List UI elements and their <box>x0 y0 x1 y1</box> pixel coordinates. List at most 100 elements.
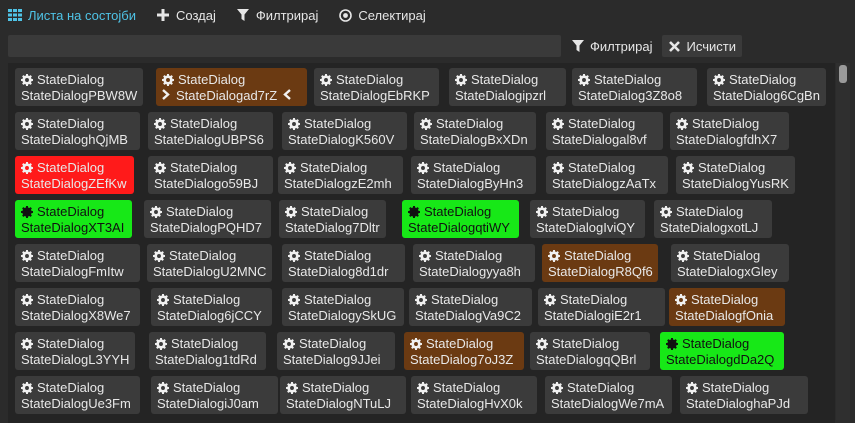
tile-header: StateDialog <box>21 292 134 308</box>
tile-type: StateDialog <box>304 292 372 307</box>
state-tile[interactable]: StateDialog StateDialogWe7mA <box>545 376 672 414</box>
tile-name-row: StateDialogK560V <box>288 132 401 148</box>
tile-name-row: StateDialogByHn3 <box>417 176 530 192</box>
state-tile[interactable]: StateDialog StateDialogUBPS6 <box>148 112 273 150</box>
state-tile[interactable]: StateDialog StateDialog3Z8o8 <box>572 68 697 106</box>
tile-header: StateDialog <box>419 248 529 264</box>
state-tile[interactable]: StateDialog StateDialogxotLJ <box>654 200 772 238</box>
state-tile[interactable]: StateDialog StateDialog6CgBn <box>707 68 826 106</box>
state-tile[interactable]: StateDialog StateDialogU2MNC <box>147 244 272 282</box>
tile-name: StateDialogqQBrl <box>536 352 637 367</box>
tile-header: StateDialog <box>21 204 126 220</box>
tile-name: StateDialogZEfKw <box>21 176 127 191</box>
filter-input[interactable] <box>8 35 561 57</box>
state-tile[interactable]: StateDialog StateDialogEbRKP <box>314 68 439 106</box>
state-tile[interactable]: StateDialog StateDialogPBW8W <box>15 68 143 106</box>
tile-header: StateDialog <box>677 248 783 264</box>
state-tile[interactable]: StateDialog StateDialog7oJ3Z <box>404 332 524 370</box>
state-tile[interactable]: StateDialog StateDialogIviQY <box>530 200 645 238</box>
filter-tab[interactable]: Филтрирај <box>226 0 329 30</box>
state-tile[interactable]: StateDialog StateDialogByHn3 <box>411 156 536 194</box>
tile-type: StateDialog <box>37 160 105 175</box>
tile-type: StateDialog <box>676 204 744 219</box>
tile-name-row: StateDialogPQHD7 <box>150 220 265 236</box>
state-tile[interactable]: StateDialog StateDialogX8We7 <box>15 288 140 326</box>
tile-type: StateDialog <box>173 292 241 307</box>
tile-name: StateDialogal8vf <box>552 132 647 147</box>
state-tile[interactable]: StateDialog StateDialog8d1dr <box>282 244 405 282</box>
tile-name: StateDialogUBPS6 <box>154 132 264 147</box>
clear-button[interactable]: Исчисти <box>661 35 742 57</box>
state-tile[interactable]: StateDialog StateDialogfOnia <box>669 288 785 326</box>
vertical-scrollbar[interactable] <box>836 63 850 420</box>
tile-name: StateDialog7oJ3Z <box>410 352 514 367</box>
state-tile[interactable]: StateDialog StateDialogqQBrl <box>530 332 650 370</box>
state-tile[interactable]: StateDialog StateDialogYusRK <box>676 156 795 194</box>
state-tile[interactable]: StateDialog StateDialogXT3AI <box>15 200 132 238</box>
list-states-tab[interactable]: Листа на состојби <box>8 0 146 30</box>
state-tile[interactable]: StateDialog StateDialog1tdRd <box>149 332 266 370</box>
state-tile[interactable]: StateDialog StateDialoghaPJd <box>680 376 808 414</box>
state-tile[interactable]: StateDialog StateDialogL3YYH <box>15 332 135 370</box>
tile-name: StateDialogySkUG <box>288 308 397 323</box>
apply-filter-button[interactable]: Филтрирај <box>565 35 659 57</box>
tile-name: StateDialog9JJei <box>283 352 381 367</box>
state-tile[interactable]: StateDialog StateDialogBxXDn <box>414 112 536 150</box>
state-tile[interactable]: StateDialog StateDialogad7rZ <box>156 68 307 106</box>
state-tile[interactable]: StateDialog StateDialogdDa2Q <box>660 332 784 370</box>
state-tile[interactable]: StateDialog StateDialogZEfKw <box>15 156 134 194</box>
tile-name-row: StateDialogIviQY <box>536 220 639 236</box>
state-tile[interactable]: StateDialog StateDialogxGley <box>671 244 789 282</box>
state-tile[interactable]: StateDialog StateDialog9JJei <box>277 332 395 370</box>
tile-header: StateDialog <box>157 380 272 396</box>
select-label: Селектирај <box>358 7 426 23</box>
state-tile[interactable]: StateDialog StateDialogPQHD7 <box>144 200 271 238</box>
tile-type: StateDialog <box>691 292 759 307</box>
tile-name-row: StateDialogfdhX7 <box>676 132 783 148</box>
tile-type: StateDialog <box>424 204 492 219</box>
state-tile[interactable]: StateDialog StateDialogR8Qf6 <box>542 244 658 282</box>
state-tile[interactable]: StateDialog StateDialogzE2mh <box>278 156 403 194</box>
state-tile[interactable]: StateDialog StateDialogiJ0am <box>151 376 278 414</box>
tile-name-row: StateDialogyya8h <box>419 264 529 280</box>
state-tile[interactable]: StateDialog StateDialogK560V <box>282 112 407 150</box>
state-tile[interactable]: StateDialog StateDialogfdhX7 <box>670 112 789 150</box>
state-tile[interactable]: StateDialog StateDialogHvX0k <box>411 376 537 414</box>
gear-icon <box>548 250 560 262</box>
select-tab[interactable]: Селектирај <box>328 0 435 30</box>
tile-name-row: StateDialog6jCCY <box>157 308 266 324</box>
state-tile[interactable]: StateDialog StateDialogal8vf <box>546 112 663 150</box>
tile-type: StateDialog <box>568 160 636 175</box>
gear-icon <box>288 118 300 130</box>
state-tile[interactable]: StateDialog StateDialogqtiWY <box>402 200 519 238</box>
state-tile[interactable]: StateDialog StateDialog6jCCY <box>151 288 272 326</box>
state-list: StateDialog StateDialogPBW8W StateDialog St… <box>8 63 835 423</box>
tile-name: StateDialogPQHD7 <box>150 220 262 235</box>
tile-name: StateDialogxGley <box>677 264 778 279</box>
state-tile[interactable]: StateDialog StateDialogFmItw <box>15 244 140 282</box>
create-button[interactable]: Создај <box>146 0 226 30</box>
state-tile[interactable]: StateDialog StateDialogVa9C2 <box>409 288 532 326</box>
state-tile[interactable]: StateDialog StateDialogUe3Fm <box>15 376 140 414</box>
clear-label: Исчисти <box>686 38 736 54</box>
state-tile[interactable]: StateDialog StateDialog7Dltr <box>279 200 386 238</box>
state-tile[interactable]: StateDialog StateDialogyya8h <box>413 244 535 282</box>
state-tile[interactable]: StateDialog StateDialoghQjMB <box>15 112 140 150</box>
tile-type: StateDialog <box>471 72 539 87</box>
state-tile[interactable]: StateDialog StateDialogzAaTx <box>546 156 668 194</box>
plus-icon <box>156 8 170 22</box>
state-tile[interactable]: StateDialog StateDialogNTuLJ <box>280 376 406 414</box>
state-tile[interactable]: StateDialog StateDialogiE2r1 <box>538 288 665 326</box>
tile-type: StateDialog <box>37 336 105 351</box>
scrollbar-thumb[interactable] <box>839 65 847 83</box>
state-tile[interactable]: StateDialog StateDialogySkUG <box>282 288 404 326</box>
state-tile[interactable]: StateDialog StateDialogo59BJ <box>148 156 273 194</box>
gear-icon <box>320 74 332 86</box>
gear-icon <box>21 74 33 86</box>
tile-name: StateDialog3Z8o8 <box>578 88 683 103</box>
gear-icon <box>154 118 166 130</box>
tile-name: StateDialogYusRK <box>682 176 789 191</box>
tile-name: StateDialogzAaTx <box>552 176 657 191</box>
state-tile[interactable]: StateDialog StateDialogipzrl <box>449 68 566 106</box>
tile-name: StateDialogdDa2Q <box>666 352 775 367</box>
